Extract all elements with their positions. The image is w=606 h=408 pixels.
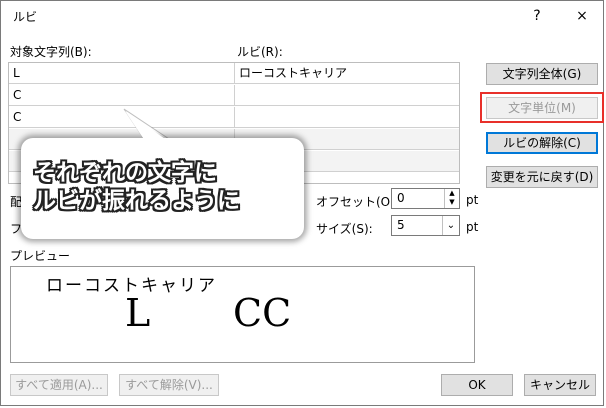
- preview-box: ローコストキャリア L CC: [10, 266, 475, 363]
- grid-row: C: [9, 85, 459, 106]
- grid-row: C: [9, 107, 459, 128]
- spin-down-icon[interactable]: ▼: [445, 198, 459, 207]
- reset-button[interactable]: 変更を元に戻す(D): [486, 166, 598, 188]
- preview-label: プレビュー: [10, 249, 71, 263]
- callout-text: それぞれの文字に ルビが振れるように: [33, 159, 240, 215]
- remove-all-button[interactable]: すべて解除(V)...: [119, 374, 219, 396]
- callout-line-1: それぞれの文字に: [33, 160, 217, 186]
- base-text-label: 対象文字列(B):: [10, 45, 92, 59]
- ruby-text-cell[interactable]: [235, 107, 459, 127]
- apply-all-button[interactable]: すべて適用(A)...: [10, 374, 108, 396]
- ruby-dialog: ルビ ? × 対象文字列(B): ルビ(R): L ローコストキャリア C C …: [0, 0, 604, 406]
- per-character-button[interactable]: 文字単位(M): [486, 97, 598, 119]
- ok-button[interactable]: OK: [441, 374, 513, 396]
- size-select[interactable]: 5 ⌄: [391, 215, 460, 236]
- chevron-down-icon[interactable]: ⌄: [442, 216, 459, 235]
- help-button[interactable]: ?: [525, 5, 549, 27]
- dialog-title: ルビ: [13, 10, 38, 24]
- cancel-button[interactable]: キャンセル: [524, 374, 596, 396]
- ruby-label: ルビ(R):: [237, 45, 283, 59]
- preview-base-cc: CC: [233, 291, 292, 335]
- offset-unit: pt: [466, 193, 479, 207]
- preview-base-l: L: [125, 291, 151, 335]
- whole-string-button[interactable]: 文字列全体(G): [486, 63, 598, 85]
- size-unit: pt: [466, 220, 479, 234]
- size-label: サイズ(S):: [316, 222, 373, 236]
- close-button[interactable]: ×: [570, 5, 594, 27]
- offset-spinner[interactable]: 0 ▲ ▼: [391, 188, 460, 209]
- callout-line-2: ルビが振れるように: [33, 188, 240, 214]
- size-value: 5: [397, 218, 405, 232]
- remove-ruby-button[interactable]: ルビの解除(C): [486, 132, 598, 154]
- ruby-text-cell[interactable]: ローコストキャリア: [235, 63, 459, 83]
- ruby-text-cell[interactable]: [235, 85, 459, 105]
- offset-label: オフセット(O):: [316, 195, 399, 209]
- spin-up-icon[interactable]: ▲: [445, 189, 459, 198]
- callout-pointer-fill: [125, 111, 168, 141]
- grid-row: L ローコストキャリア: [9, 63, 459, 84]
- offset-value: 0: [397, 191, 405, 205]
- base-text-cell[interactable]: L: [9, 63, 235, 83]
